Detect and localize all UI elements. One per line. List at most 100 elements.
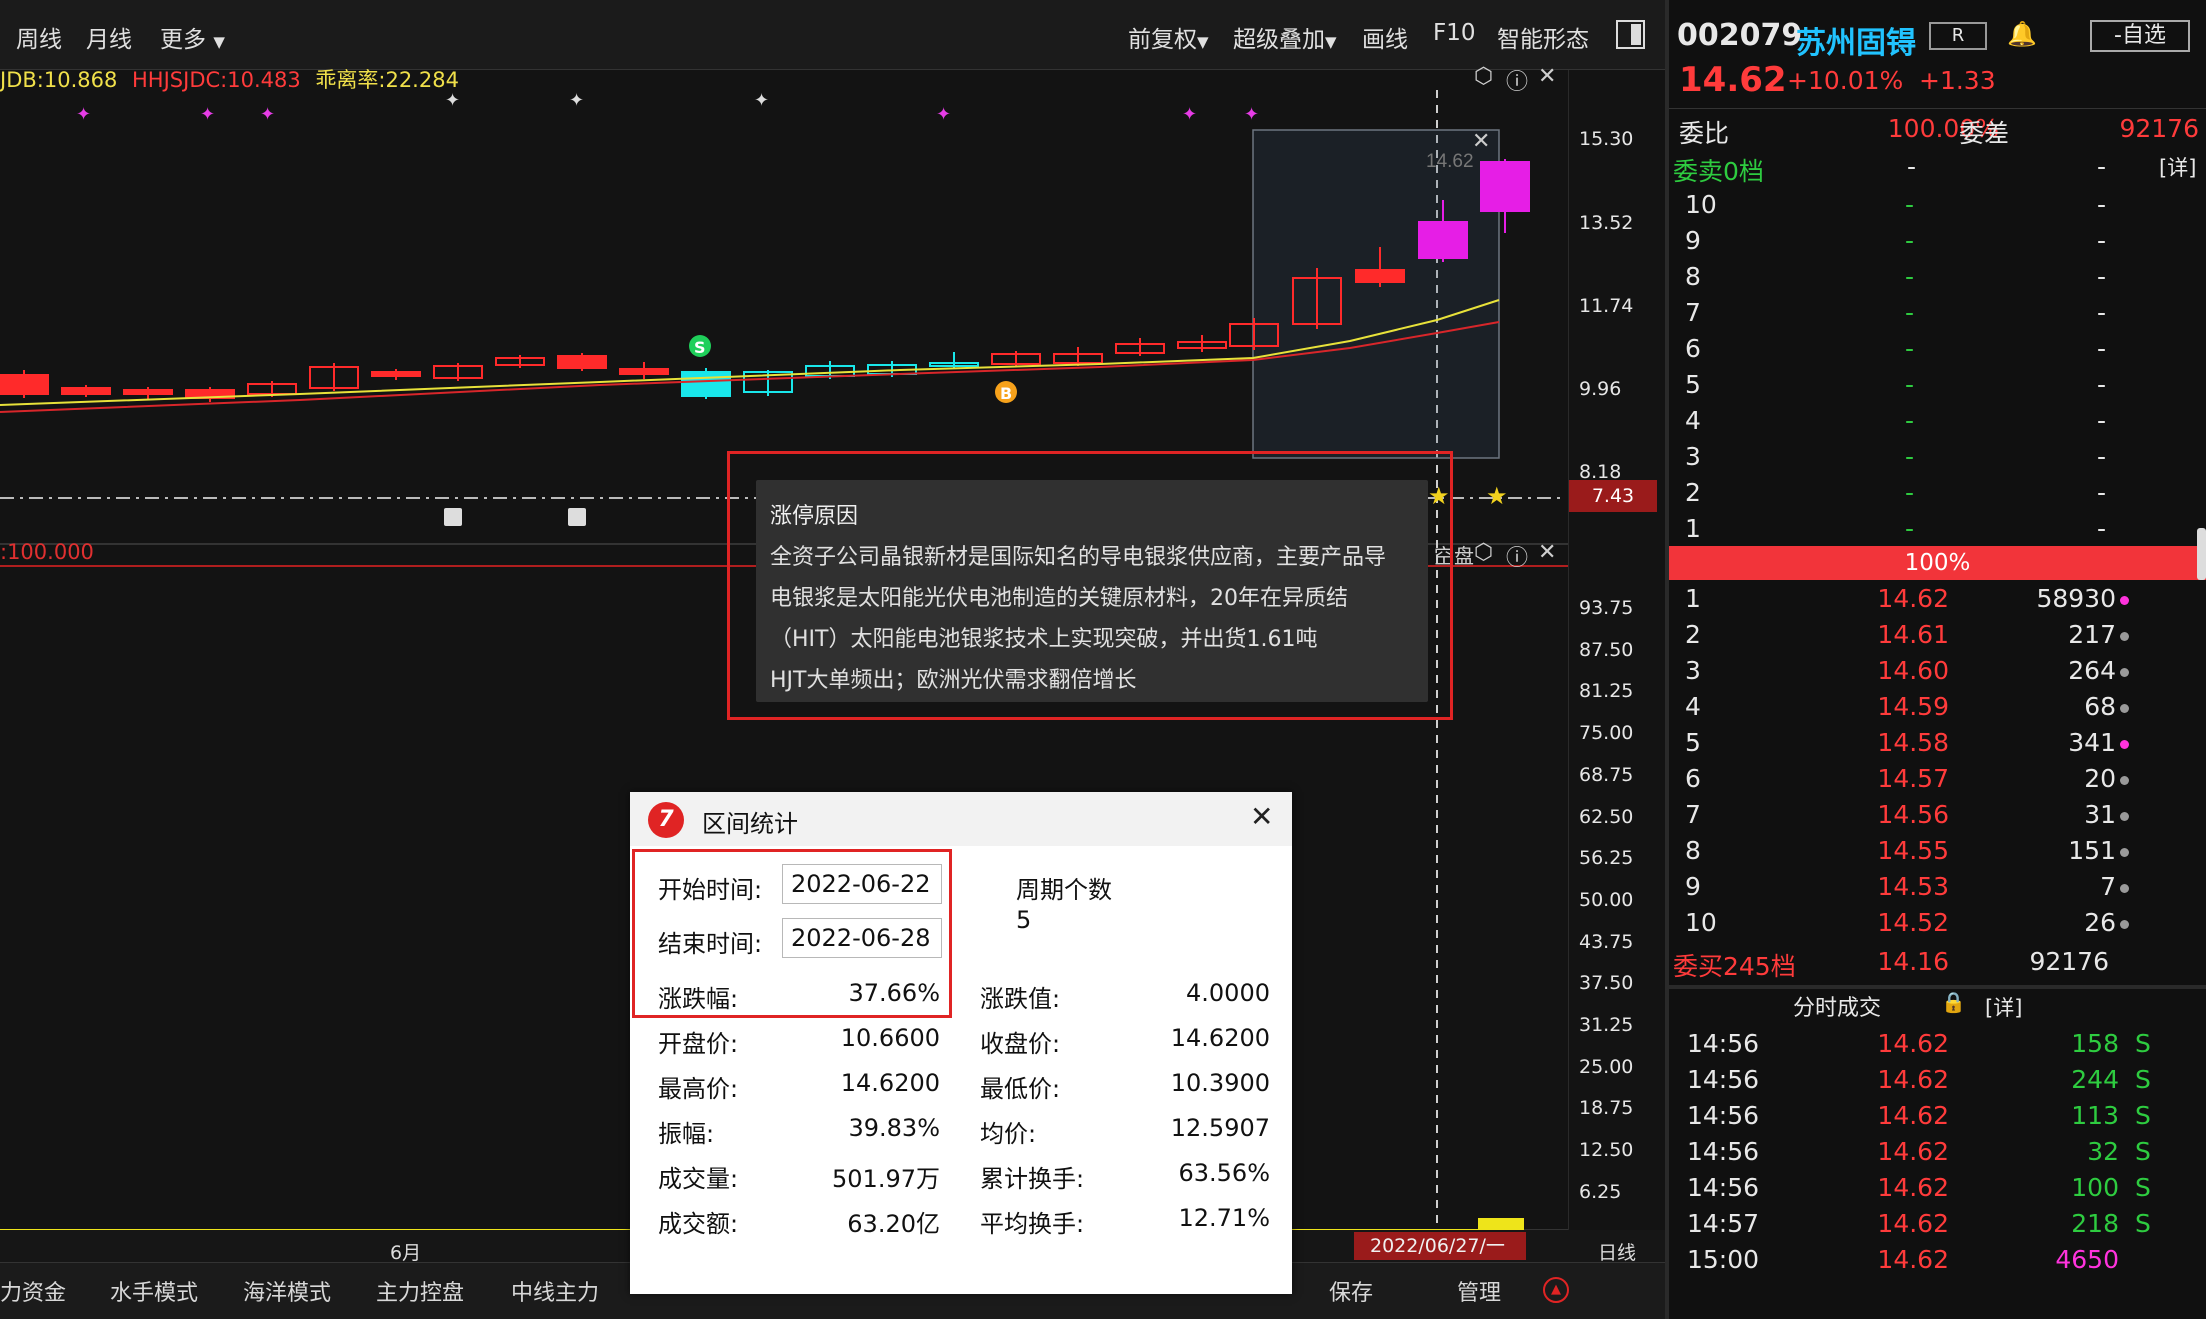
- sell-level-num: 4: [1685, 406, 1701, 435]
- tab-sailor-mode[interactable]: 水手模式: [110, 1275, 198, 1307]
- close-icon[interactable]: ✕: [1538, 64, 1556, 89]
- star-marker: ✦: [1244, 104, 1259, 125]
- range-selection: [1252, 129, 1500, 459]
- buy-level-price: 14.58: [1877, 728, 1949, 757]
- tick-volume: 32: [2087, 1137, 2119, 1166]
- buy-head-label: 委买245档: [1673, 952, 1796, 981]
- smart-pattern-button[interactable]: 智能形态: [1497, 20, 1589, 54]
- sell-level-price: -: [1905, 334, 1915, 363]
- order-dot-icon: [2120, 703, 2129, 713]
- scroll-up-icon[interactable]: ▲: [1543, 1277, 1569, 1303]
- indicator-legend: JDB:10.868 HHJSJDC:10.483 乖离率:22.284: [0, 64, 459, 94]
- order-dot-icon: [2120, 631, 2129, 641]
- tab-fund-flow[interactable]: 力资金: [0, 1275, 66, 1307]
- buy-level-price: 14.60: [1877, 656, 1949, 685]
- help-icon[interactable]: ⓘ: [1506, 540, 1528, 572]
- buy-level-price: 14.53: [1877, 872, 1949, 901]
- start-date-input[interactable]: 2022-06-22: [782, 864, 942, 904]
- tick-time: 14:56: [1687, 1101, 1760, 1130]
- tooltip-line: HJT大单频出；欧洲光伏需求翻倍增长: [770, 668, 1137, 693]
- buy-level-num: 5: [1685, 728, 1701, 757]
- close-icon[interactable]: ✕: [1538, 540, 1556, 565]
- candlestick: [681, 371, 731, 397]
- add-watchlist-button[interactable]: -自选: [2090, 20, 2190, 52]
- indicator-tick-label: 68.75: [1579, 763, 1634, 786]
- settings-icon[interactable]: ⬡: [1474, 540, 1493, 565]
- r-tag[interactable]: R: [1929, 22, 1987, 50]
- buy-level-num: 6: [1685, 764, 1701, 793]
- sub-panel-controls: 空盘 ⬡ ⓘ ✕: [1434, 540, 1564, 572]
- save-button[interactable]: 保存: [1329, 1275, 1373, 1307]
- candlestick: [1480, 161, 1530, 212]
- buy-level-num: 2: [1685, 620, 1701, 649]
- indicator-tick-label: 43.75: [1579, 930, 1634, 953]
- stat-value: 10.6600: [840, 1024, 940, 1052]
- buy-level-price: 14.59: [1877, 692, 1949, 721]
- manage-button[interactable]: 管理: [1457, 1275, 1501, 1307]
- indicator-tick-label: 18.75: [1579, 1097, 1634, 1120]
- stat-value: 12.5907: [1170, 1114, 1270, 1142]
- sell-level-num: 10: [1685, 190, 1717, 219]
- sell-level-volume: -: [2097, 226, 2107, 255]
- adjust-menu[interactable]: 前复权▼: [1128, 20, 1209, 54]
- more-label: 更多: [160, 27, 206, 53]
- tab-ocean-mode[interactable]: 海洋模式: [243, 1275, 331, 1307]
- draw-line-button[interactable]: 画线: [1362, 20, 1408, 54]
- end-date-input[interactable]: 2022-06-28: [782, 918, 942, 958]
- tick-volume: 100: [2071, 1173, 2119, 1202]
- dialog-title: 区间统计: [702, 810, 798, 838]
- price-tick-label: 11.74: [1579, 295, 1634, 317]
- bell-icon[interactable]: 🔔: [2007, 20, 2037, 48]
- help-icon[interactable]: ⓘ: [1506, 64, 1528, 96]
- sell-level-price: -: [1905, 370, 1915, 399]
- stat-label: 涨跌值:: [980, 985, 1061, 1013]
- tick-price: 14.62: [1877, 1101, 1949, 1130]
- buy-level-num: 4: [1685, 692, 1701, 721]
- stock-code: 002079: [1677, 18, 1803, 53]
- tab-main-control[interactable]: 主力控盘: [376, 1275, 464, 1307]
- settings-icon[interactable]: ⬡: [1474, 64, 1493, 89]
- change-percent: +10.01%: [1787, 66, 1904, 95]
- scrollbar-thumb[interactable]: [2197, 528, 2206, 580]
- buy-level-volume: 217: [1969, 620, 2129, 649]
- buy-level-price: 14.55: [1877, 836, 1949, 865]
- f10-button[interactable]: F10: [1433, 20, 1476, 46]
- sell-level-price: -: [1905, 478, 1915, 507]
- stat-value: 10.3900: [1170, 1069, 1270, 1097]
- panel-toggle-icon[interactable]: [1616, 20, 1645, 49]
- stat-value: 4.0000: [1186, 979, 1270, 1007]
- app-logo-icon: 7: [648, 802, 684, 838]
- order-dot-icon: [2120, 847, 2129, 857]
- sell-level-volume: -: [2097, 298, 2107, 327]
- close-icon[interactable]: ✕: [1250, 800, 1273, 833]
- tab-weekly[interactable]: 周线: [16, 20, 62, 54]
- tooltip-line: 电银浆是太阳能光伏电池制造的关键原材料，20年在异质结: [770, 586, 1348, 611]
- tab-midline-main[interactable]: 中线主力: [511, 1275, 599, 1307]
- period-count-label: 周期个数: [1016, 876, 1112, 904]
- buy-total-volume: 92176: [2029, 947, 2109, 976]
- sell-level-price: -: [1905, 514, 1915, 543]
- sell-signal-label: S: [694, 338, 706, 357]
- overlay-menu[interactable]: 超级叠加▼: [1233, 20, 1337, 54]
- star-marker: ✦: [260, 104, 275, 125]
- sell-detail-link[interactable]: [详]: [2159, 152, 2196, 182]
- star-icon: ★: [1486, 482, 1508, 510]
- tooltip-line: （HIT）太阳能电池银浆技术上实现突破，并出货1.61吨: [770, 627, 1318, 652]
- end-time-label: 结束时间:: [658, 930, 763, 958]
- star-marker: ✦: [76, 104, 91, 125]
- star-marker: ✦: [754, 90, 769, 111]
- volume-bar: [1478, 1218, 1524, 1230]
- tick-price: 14.62: [1877, 1137, 1949, 1166]
- sell-level-num: 7: [1685, 298, 1701, 327]
- order-dot-icon: [2120, 811, 2129, 821]
- tick-price: 14.62: [1877, 1029, 1949, 1058]
- tab-monthly[interactable]: 月线: [86, 20, 132, 54]
- more-menu[interactable]: 更多 ▼: [160, 20, 225, 54]
- ticks-detail-link[interactable]: [详]: [1985, 992, 2022, 1022]
- star-marker: ✦: [569, 90, 584, 111]
- sell-level-price: -: [1905, 442, 1915, 471]
- stat-label: 最高价:: [658, 1075, 739, 1103]
- tooltip-title: 涨停原因: [770, 504, 859, 529]
- tick-volume: 244: [2071, 1065, 2119, 1094]
- price-tick-label: 13.52: [1579, 212, 1634, 234]
